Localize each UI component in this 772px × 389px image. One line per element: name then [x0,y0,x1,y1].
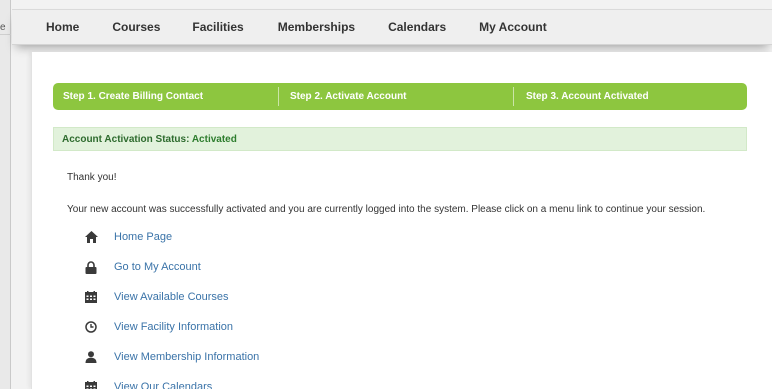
link-available-courses[interactable]: View Available Courses [67,282,259,312]
status-label: Account Activation Status: [62,134,192,145]
link-label[interactable]: Home Page [114,231,172,243]
activation-message: Your new account was successfully activa… [67,204,706,215]
calendar-icon [84,380,98,389]
quick-links: Home Page Go to My Account View Availabl… [67,222,259,389]
link-facility-information[interactable]: View Facility Information [67,312,259,342]
home-icon [84,230,98,244]
content-panel: Step 1. Create Billing Contact Step 2. A… [31,52,772,389]
nav-calendars[interactable]: Calendars [388,20,446,34]
step-divider [278,87,279,106]
activation-status-banner: Account Activation Status: Activated [53,127,747,151]
nav-home[interactable]: Home [46,20,79,34]
link-membership-information[interactable]: View Membership Information [67,342,259,372]
link-label[interactable]: View Facility Information [114,321,233,333]
nav-memberships[interactable]: Memberships [278,20,355,34]
left-divider [0,34,11,35]
thank-you-text: Thank you! [67,172,117,183]
status-value: Activated [191,134,237,145]
main-nav: Home Courses Facilities Memberships Cale… [12,9,772,45]
left-window-edge: e [0,0,11,389]
link-my-account[interactable]: Go to My Account [67,252,259,282]
step-divider [513,87,514,106]
user-icon [84,350,98,364]
link-label[interactable]: View Membership Information [114,351,259,363]
nav-my-account[interactable]: My Account [479,20,547,34]
link-our-calendars[interactable]: View Our Calendars [67,372,259,389]
lock-icon [84,260,98,274]
link-label[interactable]: View Our Calendars [114,381,212,389]
step-create-billing-contact: Step 1. Create Billing Contact [63,91,204,102]
clock-icon [84,320,98,334]
link-label[interactable]: View Available Courses [114,291,229,303]
step-activate-account: Step 2. Activate Account [290,91,407,102]
nav-courses[interactable]: Courses [112,20,160,34]
nav-facilities[interactable]: Facilities [192,20,243,34]
calendar-icon [84,290,98,304]
step-account-activated: Step 3. Account Activated [526,91,649,102]
link-label[interactable]: Go to My Account [114,261,201,273]
link-home-page[interactable]: Home Page [67,222,259,252]
progress-steps: Step 1. Create Billing Contact Step 2. A… [53,83,747,110]
left-text-fragment: e [0,22,6,33]
